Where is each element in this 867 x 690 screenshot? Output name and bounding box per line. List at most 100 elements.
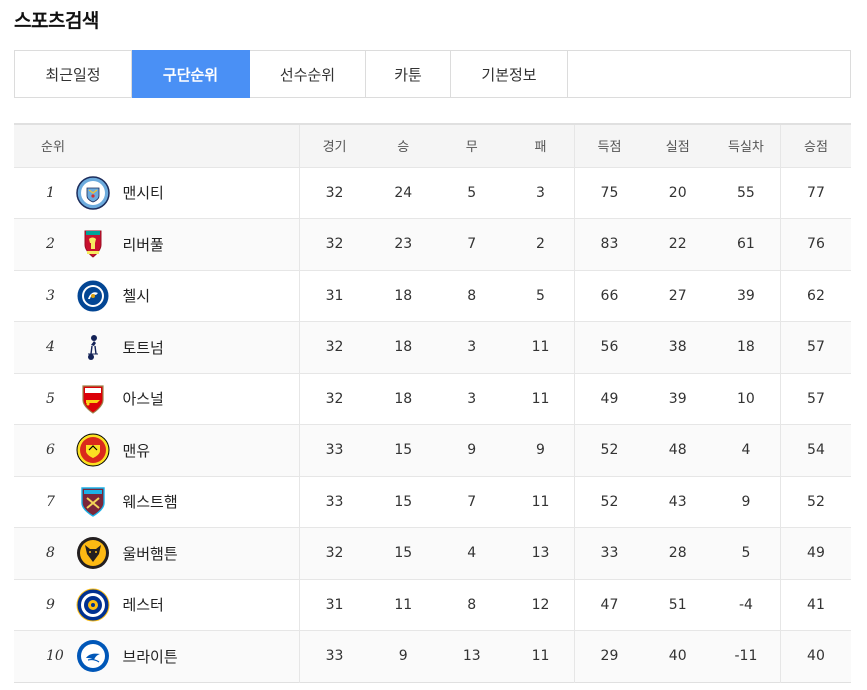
- goal-diff-cell: -4: [738, 596, 753, 613]
- rank-number: 7: [46, 493, 55, 510]
- tottenham-crest-icon[interactable]: [76, 330, 110, 364]
- table-row[interactable]: 2 리버풀 32 23 7 2 83 22 61 76: [14, 218, 851, 270]
- team-name-link[interactable]: 맨시티: [122, 182, 163, 203]
- rank-number: 4: [46, 339, 55, 356]
- lost-cell: 3: [536, 184, 545, 201]
- chelsea-crest-icon[interactable]: [76, 279, 110, 313]
- lost-cell: 11: [531, 339, 550, 356]
- points-cell: 76: [779, 218, 851, 270]
- tab-bar: 최근일정 구단순위 선수순위 카툰 기본정보: [14, 50, 851, 98]
- header-goals-for: 득점: [574, 124, 644, 167]
- drawn-cell: 3: [467, 390, 477, 407]
- team-name-link[interactable]: 웨스트햄: [122, 491, 177, 512]
- team-name-link[interactable]: 첼시: [122, 285, 150, 306]
- header-drawn: 무: [465, 140, 478, 156]
- table-row[interactable]: 8 울버햄튼 32 15 4 13 33 28 5 49: [14, 527, 851, 579]
- won-cell: 18: [394, 339, 413, 356]
- liverpool-crest-icon[interactable]: [76, 227, 110, 261]
- header-goals-against: 실점: [665, 140, 690, 156]
- goals-against-cell: 51: [668, 596, 687, 613]
- drawn-cell: 13: [462, 648, 481, 665]
- team-name-link[interactable]: 리버풀: [122, 234, 163, 255]
- lost-cell: 5: [536, 287, 545, 304]
- goal-diff-cell: -11: [734, 648, 758, 665]
- goal-diff-cell: 39: [737, 287, 755, 304]
- tab-team-standings[interactable]: 구단순위: [132, 50, 250, 98]
- team-name-link[interactable]: 맨유: [122, 440, 150, 461]
- table-header-row: 순위 경기 승 무 패 득점 실점 득실차 승점: [14, 124, 851, 167]
- team-name-link[interactable]: 토트넘: [122, 337, 163, 358]
- page-title: 스포츠검색: [14, 10, 99, 32]
- lost-cell: 12: [531, 596, 550, 613]
- rank-number: 10: [46, 648, 64, 665]
- drawn-cell: 8: [467, 287, 477, 304]
- points-cell: 57: [779, 373, 851, 425]
- goals-against-cell: 40: [668, 648, 687, 665]
- goal-diff-cell: 4: [741, 442, 751, 459]
- drawn-cell: 3: [467, 339, 477, 356]
- goals-against-cell: 39: [668, 390, 687, 407]
- goals-for-cell: 75: [574, 167, 644, 219]
- team-name-link[interactable]: 아스널: [122, 388, 163, 409]
- tab-bar-filler: [568, 51, 850, 97]
- table-row[interactable]: 7 웨스트햄 33 15 7 11 52 43 9 52: [14, 476, 851, 528]
- man-utd-crest-icon[interactable]: [76, 433, 110, 467]
- standings-table: 순위 경기 승 무 패 득점 실점 득실차 승점 1 맨시티 32 24 5 3…: [14, 123, 851, 683]
- arsenal-crest-icon[interactable]: [76, 382, 110, 416]
- played-cell: 32: [298, 527, 370, 579]
- header-lost: 패: [534, 140, 547, 156]
- goals-against-cell: 27: [668, 287, 687, 304]
- rank-number: 2: [46, 236, 55, 253]
- drawn-cell: 8: [467, 596, 477, 613]
- man-city-crest-icon[interactable]: [76, 176, 111, 210]
- table-row[interactable]: 1 맨시티 32 24 5 3 75 20 55 77: [14, 167, 851, 219]
- tab-player-rankings[interactable]: 선수순위: [250, 51, 366, 97]
- goal-diff-cell: 10: [737, 390, 755, 407]
- won-cell: 23: [394, 236, 413, 253]
- table-row[interactable]: 5 아스널 32 18 3 11 49 39 10 57: [14, 373, 851, 425]
- header-points: 승점: [779, 124, 851, 167]
- won-cell: 15: [394, 545, 413, 562]
- tab-cartoon[interactable]: 카툰: [366, 51, 451, 97]
- tab-basic-info[interactable]: 기본정보: [451, 51, 568, 97]
- drawn-cell: 4: [467, 545, 477, 562]
- played-cell: 33: [298, 424, 370, 476]
- team-name-link[interactable]: 레스터: [122, 594, 163, 615]
- team-name-link[interactable]: 브라이튼: [122, 646, 177, 667]
- team-name-link[interactable]: 울버햄튼: [122, 543, 177, 564]
- table-row[interactable]: 3 첼시 31 18 8 5 66 27 39 62: [14, 270, 851, 322]
- played-cell: 32: [298, 321, 370, 373]
- goals-against-cell: 48: [668, 442, 687, 459]
- goals-for-cell: 56: [574, 321, 644, 373]
- won-cell: 15: [394, 442, 413, 459]
- drawn-cell: 5: [467, 184, 477, 201]
- brighton-crest-icon[interactable]: [76, 639, 110, 673]
- table-row[interactable]: 9 레스터 31 11 8 12 47 51 -4 41: [14, 579, 851, 631]
- points-cell: 62: [779, 270, 851, 322]
- wolves-crest-icon[interactable]: [76, 536, 110, 570]
- table-row[interactable]: 10 브라이튼 33 9 13 11 29 40 -11 40: [14, 630, 851, 682]
- points-cell: 52: [779, 476, 851, 528]
- rank-number: 1: [46, 184, 55, 201]
- west-ham-crest-icon[interactable]: [76, 485, 110, 519]
- goals-for-cell: 52: [574, 424, 644, 476]
- points-cell: 54: [779, 424, 851, 476]
- won-cell: 18: [394, 287, 413, 304]
- drawn-cell: 9: [467, 442, 477, 459]
- won-cell: 11: [394, 596, 413, 613]
- leicester-crest-icon[interactable]: [76, 588, 110, 622]
- goal-diff-cell: 18: [737, 339, 755, 356]
- goals-for-cell: 47: [574, 579, 644, 631]
- goals-for-cell: 29: [574, 630, 644, 682]
- tab-recent-schedule[interactable]: 최근일정: [15, 51, 132, 97]
- goal-diff-cell: 5: [741, 545, 751, 562]
- table-row[interactable]: 4 토트넘 32 18 3 11 56 38 18 57: [14, 321, 851, 373]
- table-row[interactable]: 6 맨유 33 15 9 9 52 48 4 54: [14, 424, 851, 476]
- won-cell: 15: [394, 493, 413, 510]
- header-played: 경기: [298, 124, 370, 167]
- lost-cell: 11: [531, 648, 550, 665]
- goals-for-cell: 52: [574, 476, 644, 528]
- lost-cell: 11: [531, 493, 550, 510]
- won-cell: 18: [394, 390, 413, 407]
- goal-diff-cell: 61: [737, 236, 755, 253]
